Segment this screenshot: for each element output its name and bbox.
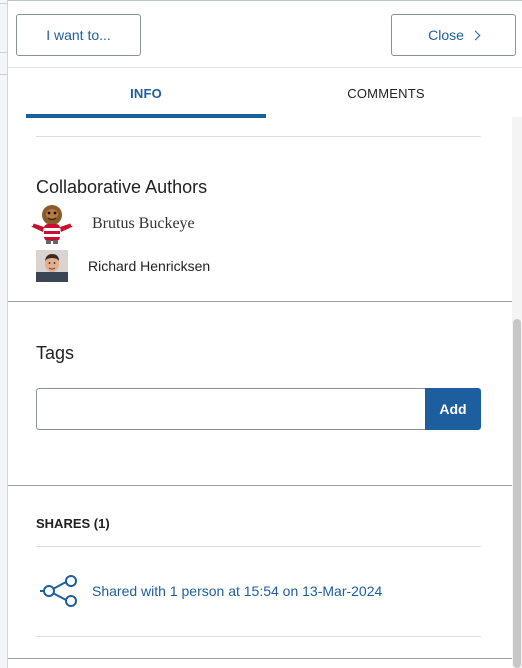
panel-tabs: INFO COMMENTS xyxy=(8,67,522,118)
panel-toolbar: I want to... Close xyxy=(8,0,522,67)
share-link[interactable]: Shared with 1 person at 15:54 on 13-Mar-… xyxy=(92,583,382,599)
shares-heading: SHARES (1) xyxy=(36,516,110,531)
chevron-right-icon xyxy=(470,30,481,41)
i-want-to-button[interactable]: I want to... xyxy=(16,14,141,56)
background-grid-line xyxy=(0,74,8,75)
author-name: Brutus Buckeye xyxy=(92,215,195,232)
share-item[interactable]: Shared with 1 person at 15:54 on 13-Mar-… xyxy=(40,575,382,607)
close-panel-button[interactable]: Close xyxy=(391,14,516,56)
divider xyxy=(36,546,481,547)
author-item[interactable]: Richard Henricksen xyxy=(36,250,210,282)
author-name: Richard Henricksen xyxy=(88,258,211,274)
tags-heading: Tags xyxy=(36,343,75,363)
details-side-panel: I want to... Close INFO COMMENTS Collabo… xyxy=(8,0,522,668)
share-icon xyxy=(40,575,80,607)
authors-heading: Collaborative Authors xyxy=(36,177,208,197)
close-label: Close xyxy=(428,27,464,43)
background-page-edge xyxy=(0,0,8,668)
divider xyxy=(36,136,481,137)
scrollbar-thumb[interactable] xyxy=(513,319,521,668)
author-item[interactable]: Brutus Buckeye xyxy=(26,203,195,245)
panel-content: Collaborative Authors Brutus Buckeye Ric… xyxy=(8,117,522,668)
add-tag-button[interactable]: Add xyxy=(425,388,481,430)
background-grid-line xyxy=(0,3,8,4)
section-divider xyxy=(8,485,512,486)
mascot-avatar xyxy=(26,203,78,245)
user-photo-avatar xyxy=(36,250,68,282)
section-divider xyxy=(8,658,512,659)
tab-comments[interactable]: COMMENTS xyxy=(266,68,506,118)
background-grid-line xyxy=(0,52,8,53)
section-divider xyxy=(8,301,512,302)
tab-info[interactable]: INFO xyxy=(26,68,266,118)
divider xyxy=(36,636,481,637)
tag-input[interactable] xyxy=(36,388,425,430)
